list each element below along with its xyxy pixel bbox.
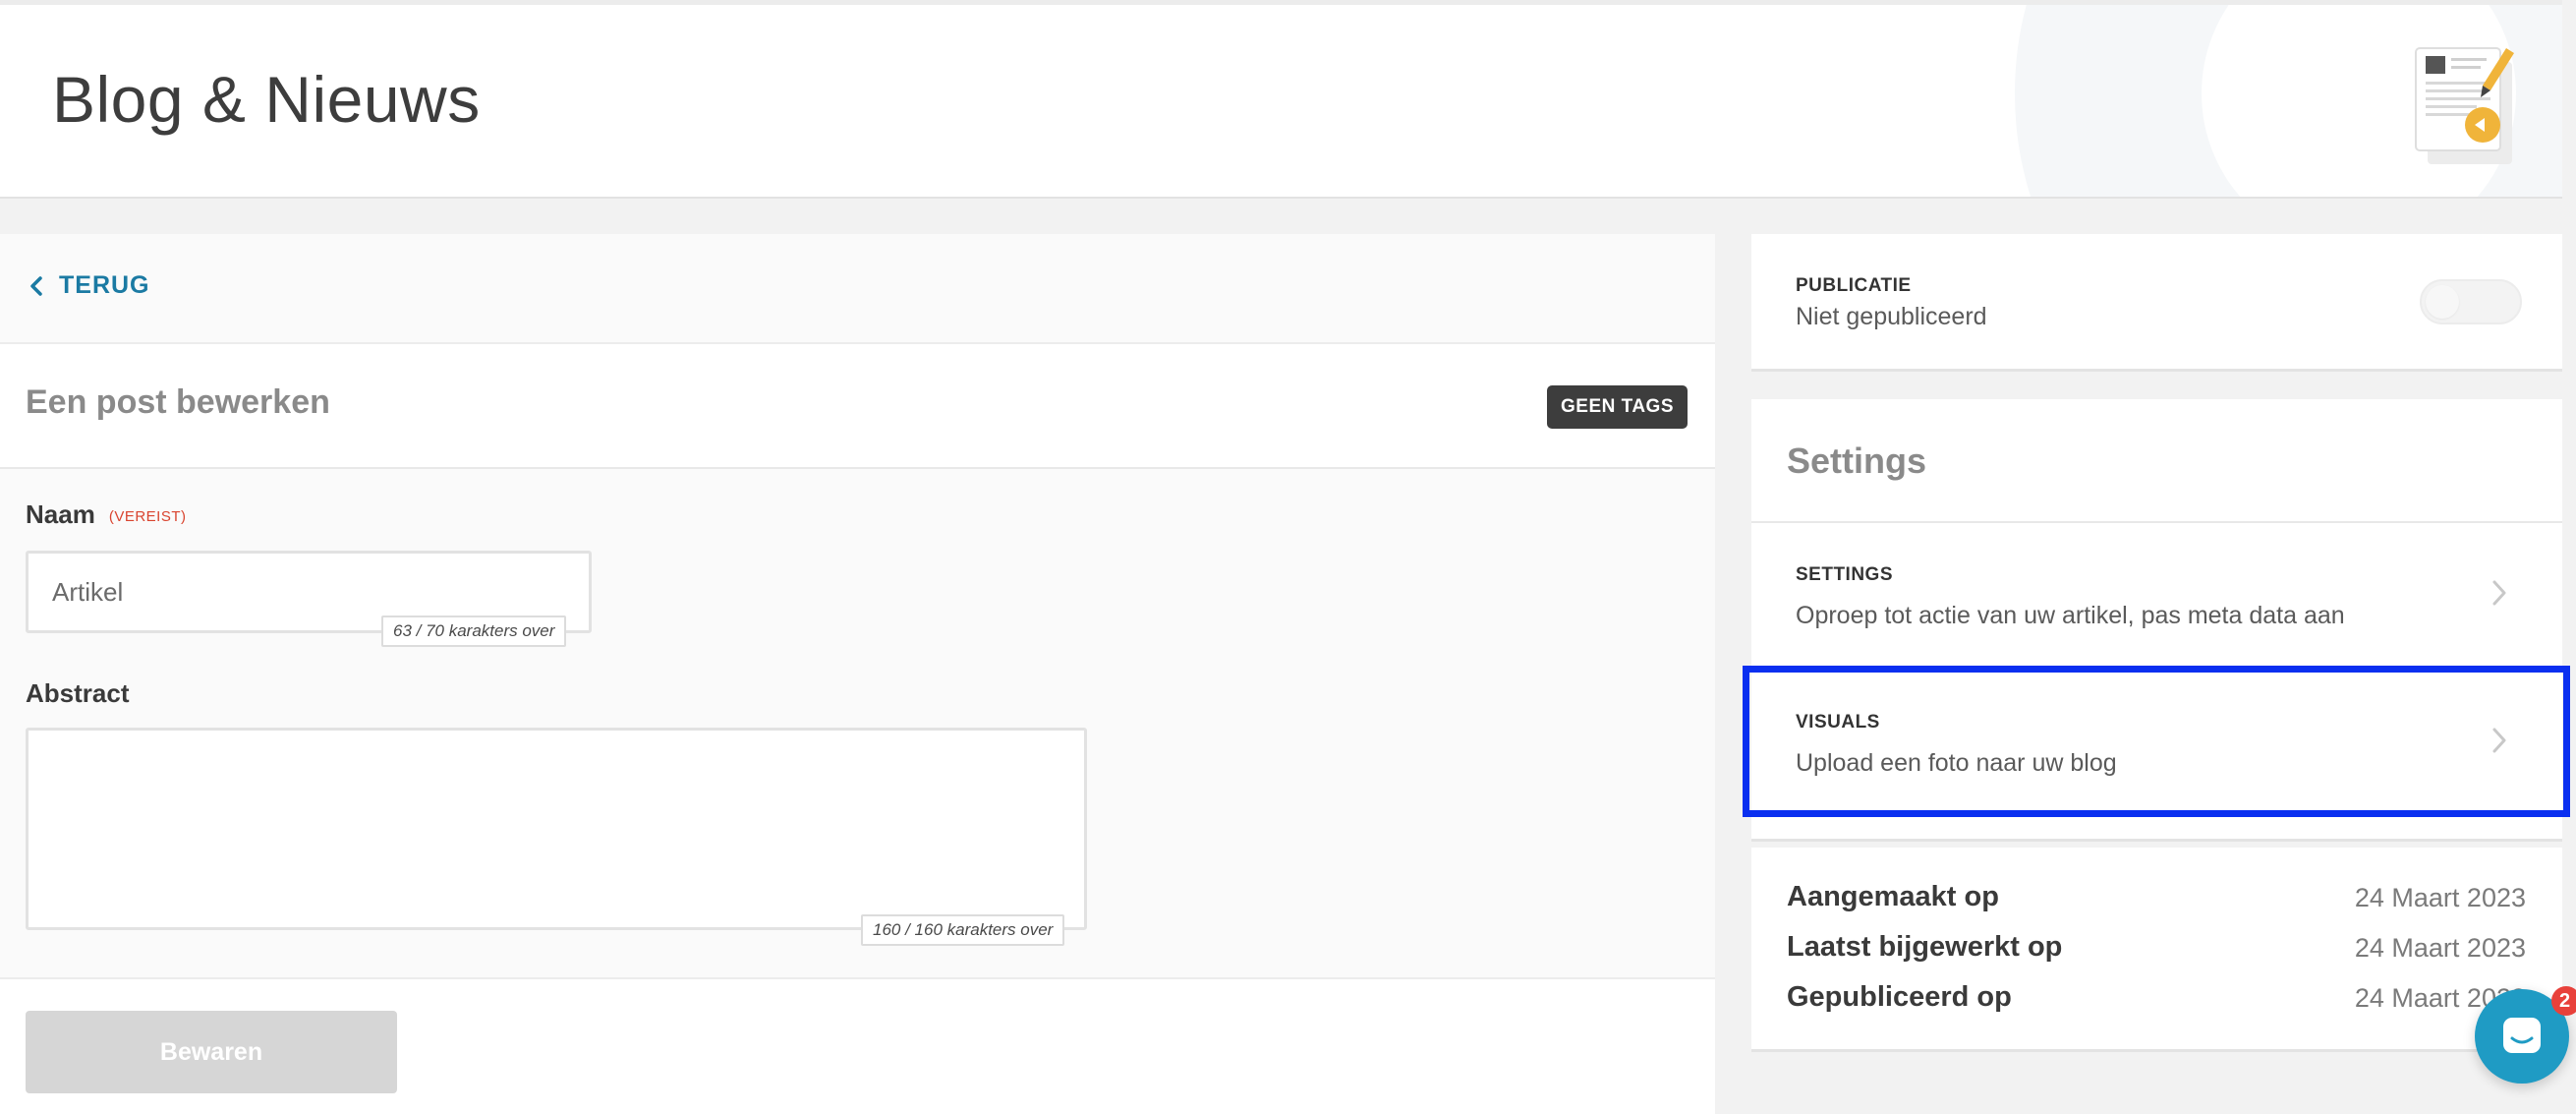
date-row-updated: Laatst bijgewerkt op 24 Maart 2023 — [1787, 931, 2526, 980]
dates-card: Aangemaakt op 24 Maart 2023 Laatst bijge… — [1751, 848, 2562, 1052]
page-header: Blog & Nieuws — [0, 0, 2562, 199]
created-value: 24 Maart 2023 — [2354, 883, 2526, 912]
publication-card: PUBLICATIE Niet gepubliceerd — [1751, 234, 2562, 372]
published-label: Gepubliceerd op — [1787, 981, 2012, 1013]
section-title: Een post bewerken — [26, 383, 330, 421]
editor-title-row: Een post bewerken GEEN TAGS — [0, 344, 1715, 469]
created-label: Aangemaakt op — [1787, 881, 1999, 912]
name-field-label: Naam (VEREIST) — [26, 499, 187, 530]
publication-status: Niet gepubliceerd — [1796, 303, 1987, 330]
editor-footer: Bewaren — [0, 977, 1715, 1114]
settings-title: Settings — [1787, 440, 1927, 481]
chevron-left-icon — [30, 275, 42, 296]
required-marker: (VEREIST) — [108, 507, 187, 525]
chat-icon — [2503, 1018, 2541, 1053]
back-label: TERUG — [59, 271, 150, 299]
page-title: Blog & Nieuws — [52, 63, 481, 136]
updated-value: 24 Maart 2023 — [2354, 933, 2526, 963]
blog-document-pencil-icon — [2398, 34, 2536, 172]
abstract-textarea[interactable] — [26, 728, 1087, 930]
publication-heading: PUBLICATIE — [1796, 275, 1912, 296]
abstract-char-counter: 160 / 160 karakters over — [861, 914, 1065, 946]
date-row-created: Aangemaakt op 24 Maart 2023 — [1787, 881, 2526, 930]
chat-unread-badge: 2 — [2551, 986, 2576, 1016]
publish-toggle[interactable] — [2420, 279, 2522, 324]
chevron-right-icon — [2492, 580, 2506, 606]
post-editor-panel: TERUG Een post bewerken GEEN TAGS Naam (V… — [0, 234, 1715, 1114]
settings-item-heading: SETTINGS — [1796, 564, 1894, 585]
updated-label: Laatst bijgewerkt op — [1787, 931, 2063, 963]
settings-header: Settings — [1751, 399, 2562, 523]
abstract-label: Abstract — [26, 678, 130, 708]
tags-button[interactable]: GEEN TAGS — [1547, 385, 1688, 429]
name-char-counter: 63 / 70 karakters over — [381, 616, 567, 647]
back-row: TERUG — [0, 234, 1715, 344]
visuals-highlight — [1743, 666, 2570, 817]
toggle-knob — [2426, 285, 2459, 319]
settings-item-description: Oproep tot actie van uw artikel, pas met… — [1796, 602, 2345, 629]
settings-item-settings[interactable]: SETTINGS Oproep tot actie van uw artikel… — [1751, 523, 2562, 669]
save-button[interactable]: Bewaren — [26, 1011, 397, 1093]
name-label: Naam — [26, 499, 95, 529]
back-link[interactable]: TERUG — [29, 271, 150, 300]
date-row-published: Gepubliceerd op 24 Maart 2023 — [1787, 981, 2526, 1030]
